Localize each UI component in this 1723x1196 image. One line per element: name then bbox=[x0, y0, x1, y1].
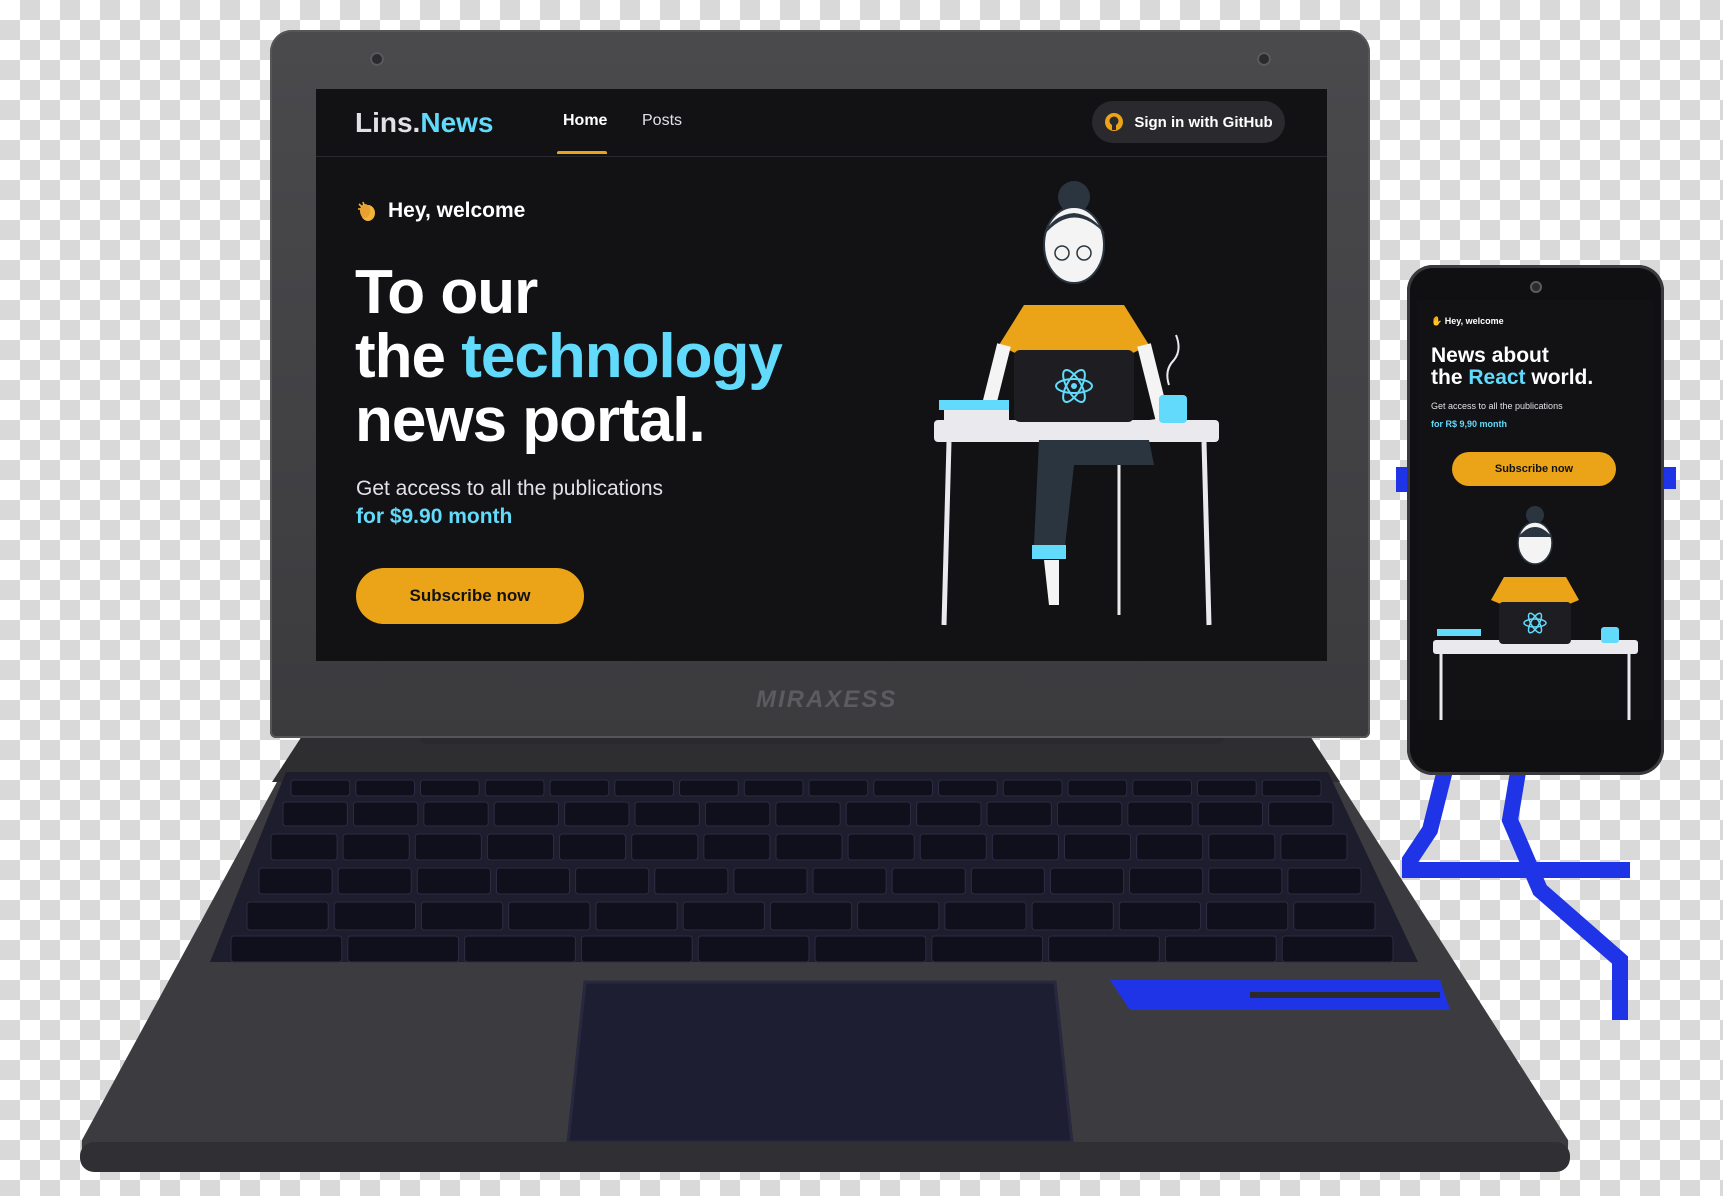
nav-active-indicator bbox=[557, 151, 607, 154]
keyboard-key bbox=[857, 901, 940, 931]
keyboard-key bbox=[282, 801, 348, 827]
keyboard-key bbox=[416, 867, 491, 895]
keyboard-key bbox=[944, 901, 1027, 931]
keyboard-key bbox=[812, 867, 887, 895]
phone-greeting: ✋ Hey, welcome bbox=[1431, 316, 1504, 326]
subscribe-button[interactable]: Subscribe now bbox=[356, 568, 584, 624]
nav-home[interactable]: Home bbox=[563, 112, 607, 130]
keyboard-key bbox=[290, 779, 351, 797]
keyboard-key bbox=[845, 801, 912, 827]
keyboard-key bbox=[634, 801, 700, 827]
keyboard-key bbox=[775, 833, 843, 861]
keyboard-key bbox=[986, 801, 1052, 827]
keyboard-key bbox=[580, 935, 693, 963]
keyboard-key bbox=[486, 833, 555, 861]
keyboard-key bbox=[970, 867, 1045, 895]
keyboard-key bbox=[414, 833, 482, 861]
keyboard-key bbox=[873, 779, 933, 797]
greeting: Hey, welcome bbox=[356, 199, 525, 223]
nav-posts[interactable]: Posts bbox=[642, 112, 682, 130]
hero-price: for $9.90 month bbox=[356, 505, 513, 528]
keyboard-key bbox=[682, 901, 765, 931]
keyboard-key bbox=[891, 867, 966, 895]
keyboard-key bbox=[991, 833, 1059, 861]
site-header: Lins.News Home Posts Sign in with GitHub bbox=[316, 89, 1327, 157]
keyboard-key bbox=[614, 779, 674, 797]
github-icon bbox=[1105, 113, 1124, 131]
keyboard-key bbox=[258, 867, 333, 895]
keyboard-key bbox=[493, 801, 560, 827]
keyboard-key bbox=[423, 801, 489, 827]
camera-icon bbox=[1257, 52, 1271, 66]
keyboard-key bbox=[938, 779, 998, 797]
keyboard-key bbox=[733, 867, 808, 895]
phone-subscribe-button[interactable]: Subscribe now bbox=[1452, 452, 1616, 486]
keyboard-key bbox=[549, 779, 610, 797]
phone-price: for R$ 9,90 month bbox=[1431, 419, 1508, 429]
keyboard-key bbox=[508, 901, 591, 931]
keyboard-key bbox=[703, 833, 771, 861]
keyboard-key bbox=[847, 833, 915, 861]
laptop-brand-logo: MIRAXESS bbox=[756, 686, 898, 713]
keyboard-key bbox=[575, 867, 650, 895]
keyboard-key bbox=[769, 901, 853, 931]
phone-screen: ✋ Hey, welcome News about the React worl… bbox=[1417, 300, 1653, 720]
greeting-text: Hey, welcome bbox=[388, 199, 526, 222]
keyboard-key bbox=[1031, 901, 1114, 931]
keyboard-key bbox=[814, 935, 927, 963]
phone-mount-clip bbox=[1662, 467, 1676, 489]
keyboard-key bbox=[743, 779, 804, 797]
keyboard-key bbox=[931, 935, 1044, 963]
keyboard-key bbox=[919, 833, 987, 861]
keyboard-key bbox=[352, 801, 419, 827]
keyboard-key bbox=[595, 901, 678, 931]
phone-illustration bbox=[1433, 506, 1638, 720]
keyboard-key bbox=[342, 833, 410, 861]
site-logo[interactable]: Lins.News bbox=[355, 107, 494, 139]
phone-camera-icon bbox=[1530, 281, 1542, 293]
keyboard-key bbox=[420, 779, 480, 797]
keyboard-key bbox=[495, 867, 571, 895]
hero-subtitle: Get access to all the publications bbox=[356, 477, 664, 500]
keyboard-key bbox=[564, 801, 630, 827]
clapping-hands-icon bbox=[358, 201, 375, 221]
keyboard-key bbox=[916, 801, 982, 827]
sign-in-github-button[interactable]: Sign in with GitHub bbox=[1092, 101, 1285, 143]
keyboard-key bbox=[808, 779, 869, 797]
keyboard-key bbox=[559, 833, 627, 861]
hero-headline: To our the technology news portal. bbox=[355, 258, 783, 455]
keyboard-key bbox=[333, 901, 416, 931]
keyboard-key bbox=[484, 779, 545, 797]
keyboard-key bbox=[654, 867, 729, 895]
keyboard-key bbox=[270, 833, 338, 861]
keyboard-key bbox=[230, 935, 343, 963]
keyboard-key bbox=[347, 935, 460, 963]
camera-icon bbox=[370, 52, 384, 66]
keyboard-key bbox=[464, 935, 576, 963]
keyboard-key bbox=[246, 901, 329, 931]
keyboard-key bbox=[697, 935, 810, 963]
keyboard-key bbox=[337, 867, 412, 895]
keyboard-key bbox=[679, 779, 739, 797]
github-button-label: Sign in with GitHub bbox=[1134, 113, 1273, 131]
keyboard-key bbox=[420, 901, 504, 931]
keyboard-key bbox=[704, 801, 771, 827]
keyboard-key bbox=[775, 801, 841, 827]
keyboard-key bbox=[631, 833, 699, 861]
keyboard-key bbox=[355, 779, 415, 797]
keyboard-key bbox=[1002, 779, 1063, 797]
clapping-hands-icon: ✋ bbox=[1431, 316, 1443, 326]
phone-subtitle: Get access to all the publications bbox=[1431, 401, 1563, 411]
phone-headline: News about the React world. bbox=[1431, 344, 1594, 389]
